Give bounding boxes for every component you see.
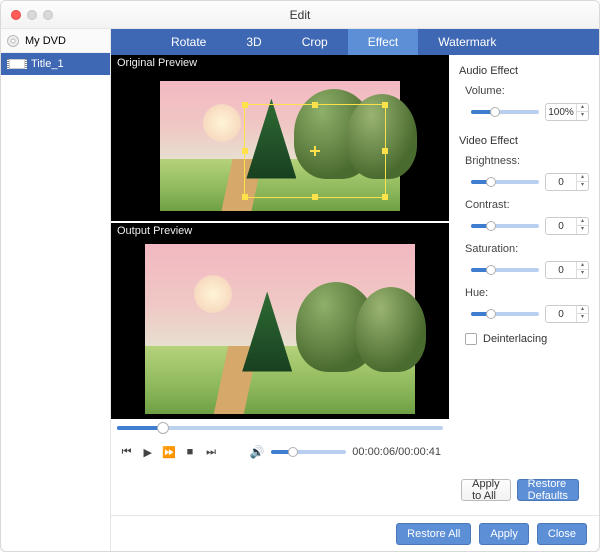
deinterlacing-checkbox[interactable]: [465, 333, 477, 345]
next-button[interactable]: ⏭: [204, 444, 219, 460]
brightness-stepper[interactable]: 0▴▾: [545, 173, 589, 191]
brightness-label: Brightness:: [465, 155, 589, 167]
crop-handle[interactable]: [242, 148, 248, 154]
sidebar-item-label: Title_1: [31, 58, 64, 70]
audio-effect-heading: Audio Effect: [459, 65, 589, 77]
tab-3d[interactable]: 3D: [226, 29, 281, 55]
hue-label: Hue:: [465, 287, 589, 299]
source-sidebar: My DVD Title_1: [1, 29, 111, 551]
restore-defaults-button[interactable]: Restore Defaults: [517, 479, 579, 501]
volume-thumb[interactable]: [288, 447, 298, 457]
output-preview-label: Output Preview: [111, 223, 449, 239]
tab-bar: Rotate 3D Crop Effect Watermark: [111, 29, 599, 55]
effects-panel: Audio Effect Volume: 100% ▴▾ Video Effec…: [449, 55, 599, 515]
panel-button-row: Apply to All Restore Defaults: [459, 473, 589, 507]
crop-handle[interactable]: [242, 102, 248, 108]
crop-selection[interactable]: [244, 104, 386, 198]
stepper-down-icon[interactable]: ▾: [577, 112, 588, 120]
original-preview-label: Original Preview: [111, 55, 449, 71]
preview-column: Original Preview: [111, 55, 449, 515]
crop-handle[interactable]: [312, 194, 318, 200]
close-button[interactable]: Close: [537, 523, 587, 545]
hue-stepper[interactable]: 0▴▾: [545, 305, 589, 323]
sidebar-item-title-1[interactable]: Title_1: [1, 53, 110, 75]
apply-to-all-button[interactable]: Apply to All: [461, 479, 511, 501]
crop-handle[interactable]: [312, 102, 318, 108]
seek-bar-row: [111, 419, 449, 437]
contrast-label: Contrast:: [465, 199, 589, 211]
volume-icon[interactable]: 🔊: [250, 445, 265, 459]
seek-thumb[interactable]: [157, 422, 169, 434]
play-button[interactable]: ▶: [140, 444, 155, 460]
film-icon: [9, 59, 25, 69]
crop-handle[interactable]: [242, 194, 248, 200]
tab-crop[interactable]: Crop: [282, 29, 348, 55]
title-bar: Edit: [1, 1, 599, 29]
volume-slider[interactable]: [271, 450, 347, 454]
edit-window: Edit My DVD Title_1 Rotate 3D Crop Effec…: [0, 0, 600, 552]
tab-watermark[interactable]: Watermark: [418, 29, 516, 55]
time-display: 00:00:06/00:00:41: [352, 446, 441, 458]
crop-handle[interactable]: [382, 148, 388, 154]
deinterlacing-label: Deinterlacing: [483, 333, 547, 345]
contrast-stepper[interactable]: 0▴▾: [545, 217, 589, 235]
crop-handle[interactable]: [382, 102, 388, 108]
sidebar-root-label: My DVD: [25, 35, 66, 47]
volume-label: Volume:: [465, 85, 589, 97]
apply-button[interactable]: Apply: [479, 523, 529, 545]
output-preview: [111, 239, 449, 419]
video-effect-heading: Video Effect: [459, 135, 589, 147]
saturation-slider[interactable]: [471, 268, 539, 272]
seek-bar[interactable]: [117, 426, 443, 430]
prev-button[interactable]: ⏮: [119, 444, 134, 460]
window-title: Edit: [1, 8, 599, 22]
disc-icon: [7, 35, 19, 47]
saturation-stepper[interactable]: 0▴▾: [545, 261, 589, 279]
tab-effect[interactable]: Effect: [348, 29, 418, 55]
hue-slider[interactable]: [471, 312, 539, 316]
tab-rotate[interactable]: Rotate: [151, 29, 226, 55]
dialog-footer: Restore All Apply Close: [111, 515, 599, 551]
stop-button[interactable]: ■: [182, 444, 197, 460]
saturation-label: Saturation:: [465, 243, 589, 255]
player-controls: ⏮ ▶ ⏩ ■ ⏭ 🔊 00:00:06/00:00:41: [111, 437, 449, 467]
sidebar-root[interactable]: My DVD: [1, 29, 110, 53]
original-preview[interactable]: [111, 71, 449, 221]
contrast-slider[interactable]: [471, 224, 539, 228]
fast-forward-button[interactable]: ⏩: [161, 444, 176, 460]
stepper-up-icon[interactable]: ▴: [577, 104, 588, 112]
brightness-slider[interactable]: [471, 180, 539, 184]
restore-all-button[interactable]: Restore All: [396, 523, 471, 545]
crop-center-icon: [310, 146, 320, 156]
crop-handle[interactable]: [382, 194, 388, 200]
volume-effect-slider[interactable]: [471, 110, 539, 114]
volume-stepper[interactable]: 100% ▴▾: [545, 103, 589, 121]
